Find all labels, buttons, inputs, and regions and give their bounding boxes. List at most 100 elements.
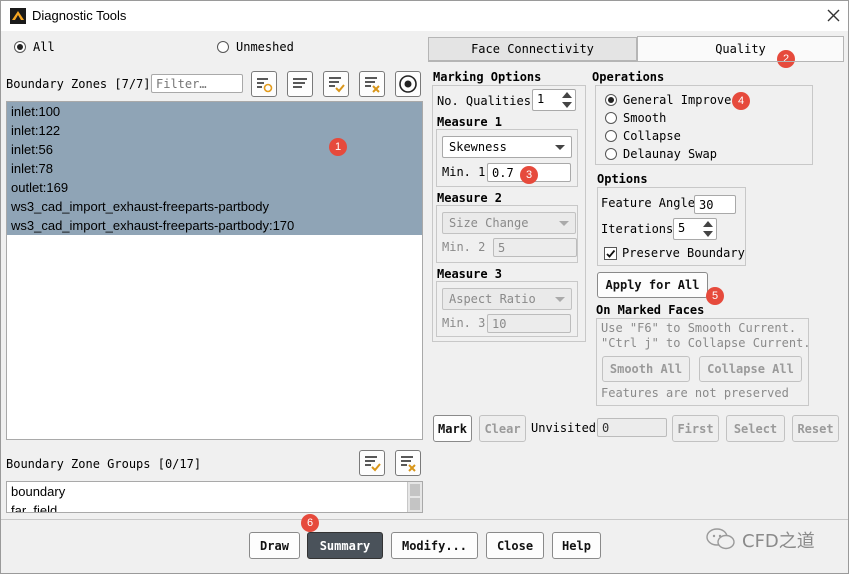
collapse-radio[interactable] bbox=[605, 130, 617, 142]
list-item[interactable]: ws3_cad_import_exhaust-freeparts-partbod… bbox=[7, 197, 422, 216]
measure-2-title: Measure 2 bbox=[436, 191, 504, 205]
iterations-label: Iterations bbox=[601, 222, 674, 236]
select-all-zones-button[interactable] bbox=[323, 71, 349, 97]
select-all-groups-button[interactable] bbox=[359, 450, 385, 476]
feature-angle-input[interactable]: 30 bbox=[694, 195, 736, 214]
deselect-all-zones-button[interactable] bbox=[359, 71, 385, 97]
min-3-value: 10 bbox=[492, 317, 507, 331]
measure-1-select[interactable]: Skewness bbox=[442, 136, 572, 158]
title-bar: Diagnostic Tools bbox=[1, 1, 848, 31]
list-item[interactable]: inlet:100 bbox=[7, 102, 422, 121]
list-icon bbox=[293, 78, 307, 88]
target-icon bbox=[399, 75, 417, 93]
spinner-arrows-icon[interactable] bbox=[560, 90, 574, 110]
list-item[interactable]: outlet:169 bbox=[7, 178, 422, 197]
min-2-label: Min. 2 bbox=[442, 240, 486, 254]
iterations-spinner[interactable]: 5 bbox=[673, 218, 717, 240]
scrollbar[interactable] bbox=[407, 482, 422, 512]
all-radio[interactable] bbox=[14, 41, 26, 53]
general-improve-label: General Improve bbox=[623, 93, 732, 107]
list-item[interactable]: inlet:122 bbox=[7, 121, 422, 140]
window-title: Diagnostic Tools bbox=[32, 8, 127, 23]
smooth-radio[interactable] bbox=[605, 112, 617, 124]
annotation-badge-1: 1 bbox=[329, 138, 347, 156]
first-button[interactable]: First bbox=[672, 415, 719, 442]
watermark-text: CFD之道 bbox=[742, 531, 815, 552]
measure-2-selected: Size Change bbox=[449, 216, 529, 230]
min-2-input[interactable]: 5 bbox=[493, 238, 577, 257]
list-item[interactable]: inlet:78 bbox=[7, 159, 422, 178]
deselect-all-groups-button[interactable] bbox=[395, 450, 421, 476]
marking-options-title: Marking Options bbox=[432, 70, 543, 84]
mark-button[interactable]: Mark bbox=[433, 415, 472, 442]
annotation-badge-5: 5 bbox=[706, 287, 724, 305]
measure-3-select[interactable]: Aspect Ratio bbox=[442, 288, 572, 310]
spinner-arrows-icon[interactable] bbox=[701, 219, 715, 239]
feature-angle-label: Feature Angle bbox=[601, 196, 695, 210]
collapse-all-button[interactable]: Collapse All bbox=[699, 356, 802, 382]
unmeshed-radio[interactable] bbox=[217, 41, 229, 53]
apply-for-all-button[interactable]: Apply for All bbox=[597, 272, 708, 298]
list-check-icon bbox=[365, 456, 381, 472]
smooth-label: Smooth bbox=[623, 111, 667, 125]
close-button[interactable]: Close bbox=[486, 532, 544, 559]
annotation-badge-6: 6 bbox=[301, 514, 319, 532]
draw-button[interactable]: Draw bbox=[249, 532, 300, 559]
select-by-name-button[interactable] bbox=[251, 71, 277, 97]
clear-button[interactable]: Clear bbox=[479, 415, 526, 442]
zone-filter-input[interactable] bbox=[151, 74, 243, 93]
annotation-badge-3: 3 bbox=[520, 166, 538, 184]
draw-selection-button[interactable] bbox=[395, 71, 421, 97]
unvisited-field: 0 bbox=[597, 418, 667, 437]
annotation-badge-4: 4 bbox=[732, 92, 750, 110]
min-3-input[interactable]: 10 bbox=[487, 314, 571, 333]
list-item[interactable]: far_field bbox=[11, 503, 57, 512]
chevron-down-icon bbox=[559, 221, 569, 226]
footer-divider bbox=[1, 519, 848, 520]
summary-button[interactable]: Summary bbox=[307, 532, 383, 559]
unvisited-value: 0 bbox=[602, 421, 610, 435]
list-item[interactable]: boundary bbox=[11, 484, 65, 499]
zone-groups-list[interactable]: boundary far_field bbox=[6, 481, 423, 513]
preserve-boundary-checkbox[interactable] bbox=[604, 247, 617, 260]
help-button[interactable]: Help bbox=[552, 532, 601, 559]
general-improve-radio[interactable] bbox=[605, 94, 617, 106]
annotation-badge-2: 2 bbox=[777, 50, 795, 68]
chevron-down-icon bbox=[555, 145, 565, 150]
preserve-boundary-label: Preserve Boundary bbox=[622, 246, 745, 260]
reset-button[interactable]: Reset bbox=[792, 415, 839, 442]
options-title: Options bbox=[596, 172, 649, 186]
measure-1-title: Measure 1 bbox=[436, 115, 504, 129]
modify-button[interactable]: Modify... bbox=[391, 532, 478, 559]
measure-2-select[interactable]: Size Change bbox=[442, 212, 576, 234]
iterations-value: 5 bbox=[678, 221, 686, 235]
min-2-value: 5 bbox=[498, 241, 506, 255]
no-qualities-label: No. Qualities bbox=[437, 94, 531, 108]
diagnostic-tools-window: Diagnostic Tools All Unmeshed Boundary Z… bbox=[0, 0, 849, 574]
min-1-label: Min. 1 bbox=[442, 165, 486, 179]
list-check-icon bbox=[329, 77, 345, 93]
tab-face-connectivity[interactable]: Face Connectivity bbox=[428, 37, 637, 61]
delaunay-swap-label: Delaunay Swap bbox=[623, 147, 717, 161]
boundary-zones-label: Boundary Zones [7/7] bbox=[6, 77, 151, 91]
list-item[interactable]: ws3_cad_import_exhaust-freeparts-partbod… bbox=[7, 216, 422, 235]
measure-1-selected: Skewness bbox=[449, 140, 507, 154]
tab-quality[interactable]: Quality bbox=[637, 36, 844, 61]
smooth-all-button[interactable]: Smooth All bbox=[602, 356, 690, 382]
tab-divider bbox=[428, 61, 844, 62]
close-icon[interactable] bbox=[827, 9, 840, 22]
smooth-hint: Use "F6" to Smooth Current. bbox=[601, 321, 797, 335]
zone-groups-label: Boundary Zone Groups [0/17] bbox=[6, 457, 202, 471]
select-button[interactable]: Select bbox=[726, 415, 785, 442]
measure-3-selected: Aspect Ratio bbox=[449, 292, 536, 306]
collapse-hint: "Ctrl j" to Collapse Current. bbox=[601, 336, 811, 350]
no-qualities-spinner[interactable]: 1 bbox=[532, 89, 576, 111]
min-1-value: 0.7 bbox=[492, 166, 514, 180]
list-item[interactable]: inlet:56 bbox=[7, 140, 422, 159]
delaunay-swap-radio[interactable] bbox=[605, 148, 617, 160]
group-zones-button[interactable] bbox=[287, 71, 313, 97]
check-icon bbox=[606, 249, 616, 258]
boundary-zones-list[interactable]: inlet:100 inlet:122 inlet:56 inlet:78 ou… bbox=[6, 101, 423, 440]
marked-faces-title: On Marked Faces bbox=[595, 303, 706, 317]
collapse-label: Collapse bbox=[623, 129, 681, 143]
